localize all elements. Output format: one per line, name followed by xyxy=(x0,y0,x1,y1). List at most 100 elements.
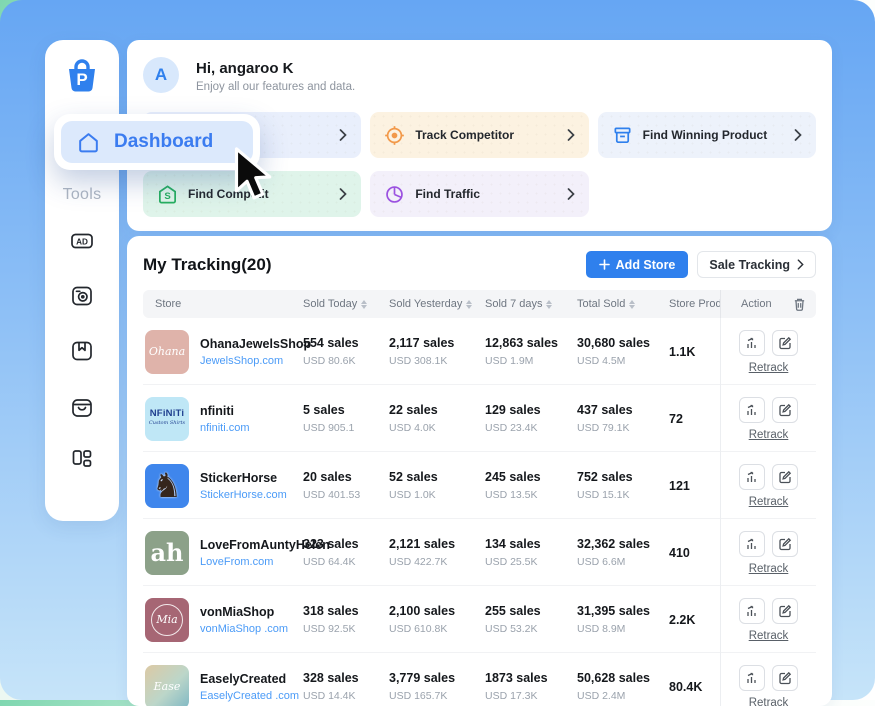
total-sold-cell: 30,680 sales USD 4.5M xyxy=(577,336,669,367)
app-logo-icon[interactable]: P xyxy=(62,56,102,96)
analytics-button[interactable] xyxy=(739,397,765,423)
store-name: nfiniti xyxy=(200,404,250,418)
total-sold-cell: 437 sales USD 79.1K xyxy=(577,403,669,434)
quick-action-find-traffic[interactable]: Find Traffic xyxy=(370,171,588,217)
action-cell: Retrack xyxy=(720,586,816,653)
sold-7days-cell: 129 sales USD 23.4K xyxy=(485,403,577,434)
edit-button[interactable] xyxy=(772,330,798,356)
edit-button[interactable] xyxy=(772,397,798,423)
store-products-cell: 80.4K xyxy=(669,680,720,694)
edit-icon xyxy=(778,604,792,618)
sold-7days-cell: 245 sales USD 13.5K xyxy=(485,470,577,501)
col-total-sold[interactable]: Total Sold xyxy=(577,298,669,310)
store-cell: Ohana OhanaJewelsShop JewelsShop.com xyxy=(143,330,303,374)
sold-today-cell: 20 sales USD 401.53 xyxy=(303,470,389,501)
sidebar-item-tracker[interactable] xyxy=(69,283,95,309)
analytics-button[interactable] xyxy=(739,330,765,356)
total-sold-cell: 31,395 sales USD 8.9M xyxy=(577,604,669,635)
col-sold-7days[interactable]: Sold 7 days xyxy=(485,298,577,310)
quick-action-find-winning-product[interactable]: Find Winning Product xyxy=(598,112,816,158)
quick-action-find-competitor[interactable]: S Find Competit xyxy=(143,171,361,217)
col-sold-today[interactable]: Sold Today xyxy=(303,298,389,310)
total-sold-cell: 752 sales USD 15.1K xyxy=(577,470,669,501)
quick-action-track-competitor[interactable]: Track Competitor xyxy=(370,112,588,158)
store-url-link[interactable]: StickerHorse.com xyxy=(200,489,287,501)
dashboard-label: Dashboard xyxy=(114,131,213,153)
target-icon xyxy=(384,125,405,146)
store-cell: Mia vonMiaShop vonMiaShop .com xyxy=(143,598,303,642)
retrack-link[interactable]: Retrack xyxy=(749,362,789,374)
sort-icon xyxy=(629,300,635,309)
analytics-button[interactable] xyxy=(739,464,765,490)
shopping-bag-icon xyxy=(69,395,95,421)
store-url-link[interactable]: JewelsShop.com xyxy=(200,355,311,367)
svg-text:P: P xyxy=(76,70,87,89)
product-box-icon xyxy=(612,125,633,146)
sale-tracking-button[interactable]: Sale Tracking xyxy=(697,251,816,278)
trash-icon[interactable] xyxy=(793,297,806,311)
action-cell: Retrack xyxy=(720,385,816,452)
quick-action-empty xyxy=(598,171,816,217)
store-cell: ah LoveFromAuntyHelen LoveFrom.com xyxy=(143,531,303,575)
action-cell: Retrack xyxy=(720,318,816,385)
col-store-products: Store Products xyxy=(669,298,720,310)
plus-icon xyxy=(599,259,610,270)
avatar[interactable]: A xyxy=(143,57,179,93)
store-url-link[interactable]: nfiniti.com xyxy=(200,422,250,434)
my-tracking-card: My Tracking(20) Add Store Sale Tracking … xyxy=(127,236,832,706)
sidebar-item-store[interactable] xyxy=(69,395,95,421)
chevron-right-icon xyxy=(567,129,575,141)
edit-button[interactable] xyxy=(772,531,798,557)
sidebar-item-dashboard[interactable]: Dashboard xyxy=(61,121,253,163)
store-logo: Mia xyxy=(145,598,189,642)
sold-yesterday-cell: 52 sales USD 1.0K xyxy=(389,470,485,501)
edit-button[interactable] xyxy=(772,464,798,490)
col-sold-yesterday[interactable]: Sold Yesterday xyxy=(389,298,485,310)
retrack-link[interactable]: Retrack xyxy=(749,630,789,642)
store-cell: ♞ StickerHorse StickerHorse.com xyxy=(143,464,303,508)
retrack-link[interactable]: Retrack xyxy=(749,563,789,575)
retrack-link[interactable]: Retrack xyxy=(749,496,789,508)
store-logo: ah xyxy=(145,531,189,575)
retrack-link[interactable]: Retrack xyxy=(749,697,789,706)
greeting-subtitle: Enjoy all our features and data. xyxy=(196,81,355,93)
pie-chart-icon xyxy=(384,184,405,205)
home-icon xyxy=(76,130,101,155)
col-action: Action xyxy=(720,290,816,318)
chart-icon xyxy=(745,403,759,417)
store-products-cell: 2.2K xyxy=(669,613,720,627)
edit-icon xyxy=(778,470,792,484)
total-sold-cell: 50,628 sales USD 2.4M xyxy=(577,671,669,702)
chevron-right-icon xyxy=(797,259,804,270)
sidebar-item-bookmarks[interactable] xyxy=(69,338,95,364)
table-row: Ease EaselyCreated EaselyCreated .com 32… xyxy=(143,653,816,706)
sidebar-item-apps[interactable] xyxy=(69,446,95,472)
sort-icon xyxy=(546,300,552,309)
table-row: NFiNiTi Custom Shirts nfiniti nfiniti.co… xyxy=(143,385,816,452)
chart-icon xyxy=(745,336,759,350)
sold-yesterday-cell: 22 sales USD 4.0K xyxy=(389,403,485,434)
sold-today-cell: 328 sales USD 14.4K xyxy=(303,671,389,702)
store-products-cell: 72 xyxy=(669,412,720,426)
action-cell: Retrack xyxy=(720,653,816,706)
edit-button[interactable] xyxy=(772,598,798,624)
analytics-button[interactable] xyxy=(739,531,765,557)
action-cell: Retrack xyxy=(720,519,816,586)
analytics-button[interactable] xyxy=(739,598,765,624)
table-row: ♞ StickerHorse StickerHorse.com 20 sales… xyxy=(143,452,816,519)
shop-s-icon: S xyxy=(157,184,178,205)
edit-icon xyxy=(778,537,792,551)
svg-text:AD: AD xyxy=(76,238,88,247)
sidebar-item-ads[interactable]: AD xyxy=(69,228,95,254)
edit-button[interactable] xyxy=(772,665,798,691)
apps-grid-icon xyxy=(69,446,95,472)
store-logo: NFiNiTi Custom Shirts xyxy=(145,397,189,441)
chevron-right-icon xyxy=(339,129,347,141)
retrack-link[interactable]: Retrack xyxy=(749,429,789,441)
sold-today-cell: 554 sales USD 80.6K xyxy=(303,336,389,367)
store-url-link[interactable]: vonMiaShop .com xyxy=(200,623,288,635)
sold-7days-cell: 1873 sales USD 17.3K xyxy=(485,671,577,702)
add-store-button[interactable]: Add Store xyxy=(586,251,689,278)
analytics-button[interactable] xyxy=(739,665,765,691)
table-row: ah LoveFromAuntyHelen LoveFrom.com 323 s… xyxy=(143,519,816,586)
